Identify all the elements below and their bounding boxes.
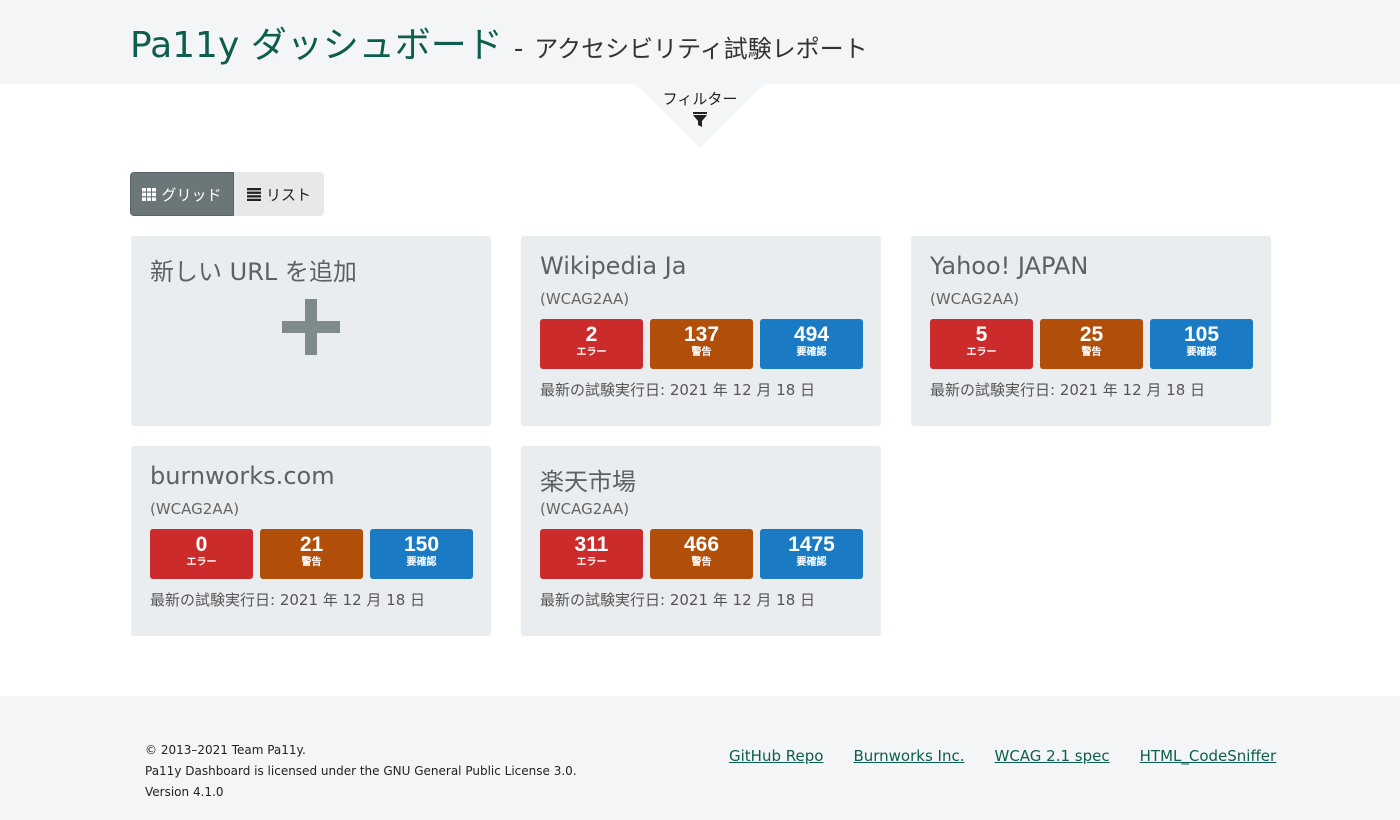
warning-count-badge: 466 警告 [650,529,753,579]
error-count: 311 [574,533,609,556]
site-name[interactable]: 楽天市場 [540,462,636,497]
site-standard: (WCAG2AA) [540,290,630,308]
warning-count: 21 [299,533,324,556]
version-text: Version 4.1.0 [145,785,224,799]
warning-count-badge: 21 警告 [260,529,363,579]
notice-label: 要確認 [796,557,827,568]
app-title[interactable]: Pa11y ダッシュボード [130,25,503,66]
site-card[interactable]: Yahoo! JAPAN (WCAG2AA) 5 エラー 25 警告 105 要確認 … [911,236,1271,426]
error-count: 5 [975,323,988,346]
notice-count: 1475 [788,533,835,556]
site-name[interactable]: Yahoo! JAPAN [930,252,1088,280]
page-footer: © 2013–2021 Team Pa11y. Pa11y Dashboard … [0,696,1400,820]
wcag-spec-link[interactable]: WCAG 2.1 spec [994,747,1109,765]
site-standard: (WCAG2AA) [540,500,630,518]
page-header: Pa11y ダッシュボード - アクセシビリティ試験レポート [0,0,1400,84]
warning-label: 警告 [1081,347,1102,358]
warning-count-badge: 25 警告 [1040,319,1143,369]
site-stats: 2 エラー 137 警告 494 要確認 [540,319,863,369]
html-codesniffer-link[interactable]: HTML_CodeSniffer [1140,747,1277,765]
warning-label: 警告 [691,347,712,358]
site-standard: (WCAG2AA) [150,500,240,518]
notice-count-badge: 1475 要確認 [760,529,863,579]
notice-count: 150 [403,533,440,556]
error-count-badge: 311 エラー [540,529,643,579]
notice-label: 要確認 [406,557,437,568]
notice-count: 494 [793,323,830,346]
error-count-badge: 5 エラー [930,319,1033,369]
site-stats: 5 エラー 25 警告 105 要確認 [930,319,1253,369]
error-count: 0 [195,533,208,556]
warning-label: 警告 [301,557,322,568]
site-name[interactable]: burnworks.com [150,462,335,490]
error-label: エラー [186,557,217,568]
notice-label: 要確認 [796,347,827,358]
site-card[interactable]: 楽天市場 (WCAG2AA) 311 エラー 466 警告 1475 要確認 最新の試… [521,446,881,636]
site-stats: 0 エラー 21 警告 150 要確認 [150,529,473,579]
notice-count-badge: 494 要確認 [760,319,863,369]
site-stats: 311 エラー 466 警告 1475 要確認 [540,529,863,579]
footer-info: © 2013–2021 Team Pa11y. Pa11y Dashboard … [145,740,577,803]
grid-icon [142,187,157,201]
warning-count: 137 [683,323,720,346]
plus-icon[interactable] [282,299,340,355]
error-count: 2 [585,323,598,346]
github-repo-link[interactable]: GitHub Repo [729,747,823,765]
add-url-card[interactable]: 新しい URL を追加 [131,236,491,426]
error-count-badge: 2 エラー [540,319,643,369]
footer-links: GitHub Repo Burnworks Inc. WCAG 2.1 spec… [729,747,1276,765]
copyright-text: © 2013–2021 Team Pa11y. [145,743,306,757]
grid-view-button[interactable]: グリッド [130,172,234,216]
page-title: Pa11y ダッシュボード - アクセシビリティ試験レポート [130,16,868,68]
filter-toggle[interactable]: フィルター [636,84,764,148]
title-separator: - [513,34,524,64]
site-card[interactable]: burnworks.com (WCAG2AA) 0 エラー 21 警告 150 要確認… [131,446,491,636]
view-toggle: グリッド リスト [130,172,324,216]
site-name[interactable]: Wikipedia Ja [540,252,686,280]
license-text: Pa11y Dashboard is licensed under the GN… [145,764,577,778]
last-run-date: 最新の試験実行日: 2021 年 12 月 18 日 [540,381,816,399]
filter-label[interactable]: フィルター [636,88,764,109]
warning-count-badge: 137 警告 [650,319,753,369]
notice-label: 要確認 [1186,347,1217,358]
list-view-label: リスト [265,185,311,204]
last-run-date: 最新の試験実行日: 2021 年 12 月 18 日 [540,591,816,609]
error-label: エラー [576,557,607,568]
warning-label: 警告 [691,557,712,568]
add-url-title[interactable]: 新しい URL を追加 [150,252,357,287]
error-label: エラー [966,347,997,358]
notice-count-badge: 105 要確認 [1150,319,1253,369]
burnworks-link[interactable]: Burnworks Inc. [853,747,964,765]
error-count-badge: 0 エラー [150,529,253,579]
warning-count: 25 [1079,323,1104,346]
page-subtitle: アクセシビリティ試験レポート [534,35,868,63]
grid-view-label: グリッド [161,185,222,204]
list-icon [246,187,261,201]
notice-count-badge: 150 要確認 [370,529,473,579]
last-run-date: 最新の試験実行日: 2021 年 12 月 18 日 [150,591,426,609]
last-run-date: 最新の試験実行日: 2021 年 12 月 18 日 [930,381,1206,399]
site-card[interactable]: Wikipedia Ja (WCAG2AA) 2 エラー 137 警告 494 要確認… [521,236,881,426]
site-standard: (WCAG2AA) [930,290,1020,308]
error-label: エラー [576,347,607,358]
filter-icon[interactable] [692,112,708,128]
notice-count: 105 [1183,323,1220,346]
list-view-button[interactable]: リスト [234,172,324,216]
warning-count: 466 [683,533,720,556]
